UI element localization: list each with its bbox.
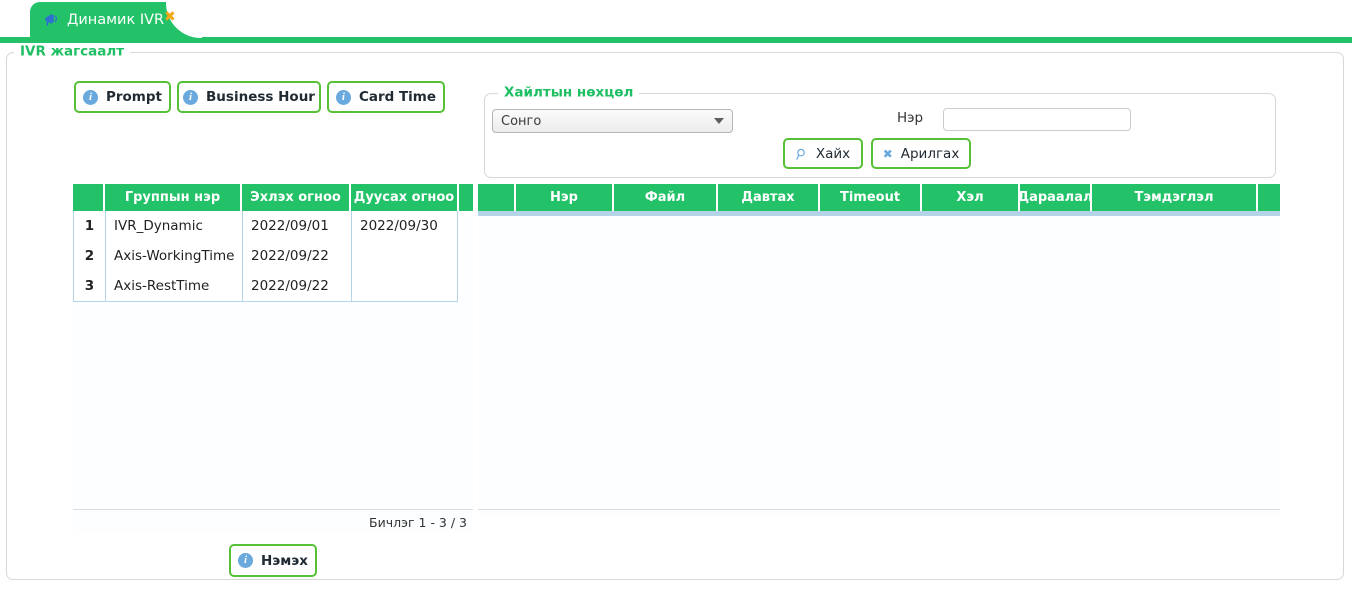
cell-end-date: 2022/09/30 xyxy=(360,218,438,234)
ivr-detail-grid: Нэр Файл Давтах Timeout Хэл Дараалал Тэм… xyxy=(478,184,1280,516)
ivr-group-grid-header: Группын нэр Эхлэх огноо Дуусах огноо xyxy=(73,184,473,211)
column-header-timeout[interactable]: Timeout xyxy=(820,184,922,211)
prompt-button-label: Prompt xyxy=(105,89,162,105)
clear-button[interactable]: ✖ Арилгах xyxy=(871,138,971,169)
row-index: 1 xyxy=(74,211,106,241)
business-hour-button[interactable]: i Business Hour xyxy=(177,81,321,113)
ivr-group-grid-empty-area xyxy=(73,302,473,509)
megaphone-icon xyxy=(44,13,60,27)
record-count-label: Бичлэг 1 - 3 / 3 xyxy=(369,514,467,530)
cell-start-date: 2022/09/22 xyxy=(243,241,352,271)
ivr-group-grid-pager: Бичлэг 1 - 3 / 3 xyxy=(73,509,473,534)
column-header-spacer xyxy=(459,184,473,211)
prompt-button[interactable]: i Prompt xyxy=(74,81,171,113)
cell-group-name: Axis-RestTime xyxy=(106,271,243,301)
card-time-button-label: Card Time xyxy=(358,89,437,105)
page-title: IVR жагсаалт xyxy=(14,43,131,60)
ivr-group-grid-body: 1 IVR_Dynamic 2022/09/01 2022/09/30 2 Ax… xyxy=(73,211,458,302)
column-header-name[interactable]: Нэр xyxy=(516,184,614,211)
cell-start-date: 2022/09/22 xyxy=(243,271,352,301)
search-button[interactable]: Хайх xyxy=(783,138,863,169)
search-panel-title: Хайлтын нөхцөл xyxy=(498,84,640,101)
cell-group-name: Axis-WorkingTime xyxy=(106,241,243,271)
tab-bar: Динамик IVR ✖ xyxy=(0,0,1352,43)
info-icon: i xyxy=(335,89,351,105)
tab-close-icon[interactable]: ✖ xyxy=(164,10,176,24)
info-icon: i xyxy=(183,89,199,105)
info-icon: i xyxy=(237,553,253,568)
ivr-detail-grid-header: Нэр Файл Давтах Timeout Хэл Дараалал Тэм… xyxy=(478,184,1280,211)
search-button-label: Хайх xyxy=(815,145,851,162)
search-type-select-value: Сонго xyxy=(501,113,542,129)
business-hour-button-label: Business Hour xyxy=(206,89,315,105)
table-row[interactable]: 3 Axis-RestTime 2022/09/22 xyxy=(74,271,457,301)
cell-end-date xyxy=(352,241,457,271)
column-header-index xyxy=(73,184,105,211)
cell-end-date xyxy=(352,271,457,301)
ivr-group-grid: Группын нэр Эхлэх огноо Дуусах огноо 1 I… xyxy=(73,184,473,532)
add-button-label: Нэмэх xyxy=(260,552,309,569)
table-row[interactable]: 2 Axis-WorkingTime 2022/09/22 xyxy=(74,241,457,271)
column-header-file[interactable]: Файл xyxy=(614,184,718,211)
search-icon xyxy=(796,148,808,160)
cell-start-date: 2022/09/01 xyxy=(243,211,352,241)
name-label: Нэр xyxy=(897,110,924,126)
chevron-down-icon xyxy=(714,118,724,124)
column-header-order[interactable]: Дараалал xyxy=(1020,184,1092,211)
column-header-start-date[interactable]: Эхлэх огноо xyxy=(242,184,351,211)
row-index: 3 xyxy=(74,271,106,301)
info-icon: i xyxy=(82,89,98,105)
card-time-button[interactable]: i Card Time xyxy=(327,81,445,113)
add-button[interactable]: i Нэмэх xyxy=(229,544,317,577)
name-input[interactable] xyxy=(943,108,1131,131)
column-header-end-date[interactable]: Дуусах огноо xyxy=(351,184,459,211)
clear-button-label: Арилгах xyxy=(900,145,960,162)
ivr-detail-grid-body xyxy=(478,216,1280,510)
column-header-spacer xyxy=(1258,184,1280,211)
tab-label: Динамик IVR xyxy=(67,12,165,28)
table-row[interactable]: 1 IVR_Dynamic 2022/09/01 2022/09/30 xyxy=(74,211,457,241)
column-header-repeat[interactable]: Давтах xyxy=(718,184,820,211)
column-header-note[interactable]: Тэмдэглэл xyxy=(1092,184,1258,211)
close-icon: ✖ xyxy=(882,146,893,161)
column-header-index xyxy=(478,184,516,211)
cell-group-name: IVR_Dynamic xyxy=(106,211,243,241)
tab-bar-underline xyxy=(0,37,1352,43)
search-type-select[interactable]: Сонго xyxy=(492,109,733,133)
column-header-language[interactable]: Хэл xyxy=(922,184,1020,211)
column-header-group-name[interactable]: Группын нэр xyxy=(105,184,242,211)
row-index: 2 xyxy=(74,241,106,271)
